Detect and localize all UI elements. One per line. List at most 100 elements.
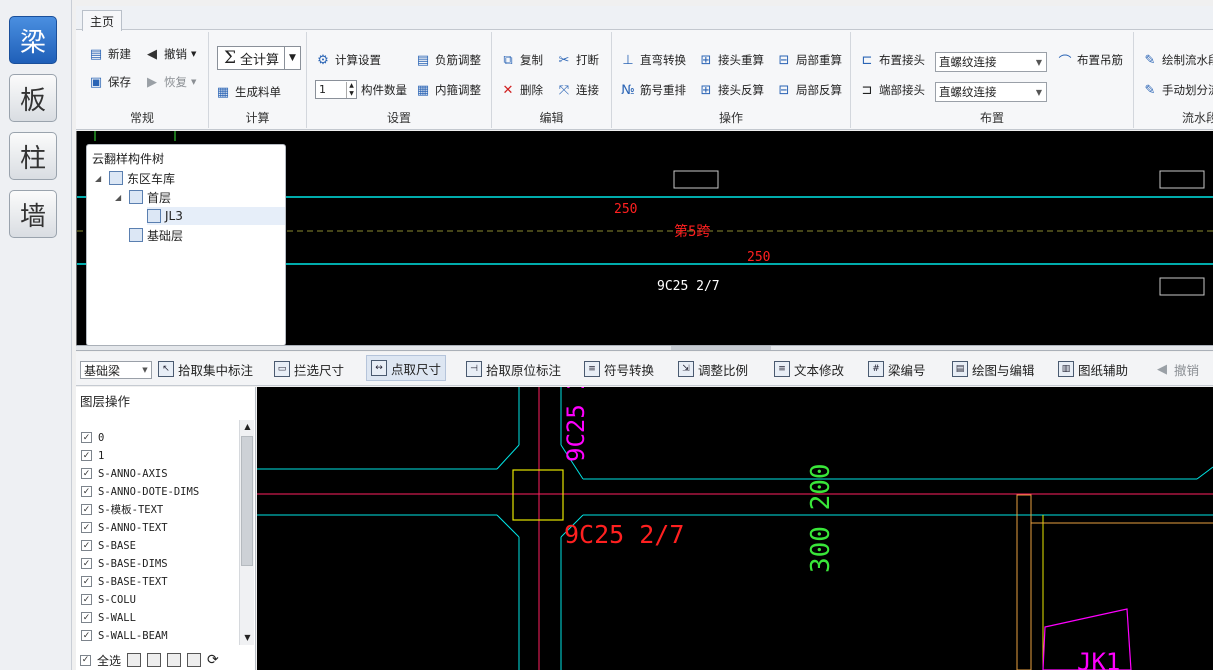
layer-row[interactable]: ✓ S-BASE-TEXT bbox=[81, 573, 168, 590]
pick-centralized-label-button[interactable]: ↖ 拾取集中标注 bbox=[158, 359, 253, 379]
tree-node-member[interactable]: JL3 bbox=[147, 207, 285, 225]
layer-tool-icon[interactable] bbox=[187, 653, 202, 667]
joint-flip-button[interactable]: ⊞ 接头反算 bbox=[698, 82, 764, 98]
stirrup-adjust-button[interactable]: ▦ 内箍调整 bbox=[415, 82, 481, 98]
scroll-down-icon[interactable]: ▼ bbox=[240, 631, 255, 645]
joint-type-select-2[interactable]: 直螺纹连接 ▼ bbox=[935, 82, 1047, 102]
pane-splitter[interactable] bbox=[76, 345, 1213, 351]
member-qty-stepper[interactable]: 1 ▲ ▼ bbox=[315, 80, 357, 99]
renumber-button[interactable]: № 筋号重排 bbox=[620, 82, 686, 98]
layer-tool-icon[interactable] bbox=[127, 653, 142, 667]
checkbox-checked-icon[interactable]: ✓ bbox=[81, 594, 92, 605]
save-button[interactable]: ▣ 保存 bbox=[88, 74, 131, 90]
checkbox-checked-icon[interactable]: ✓ bbox=[81, 522, 92, 533]
end-joint-button[interactable]: ⊐ 端部接头 bbox=[859, 82, 925, 98]
new-button[interactable]: ▤ 新建 bbox=[88, 46, 131, 62]
checkbox-checked-icon[interactable]: ✓ bbox=[81, 630, 92, 641]
tab-home[interactable]: 主页 bbox=[82, 10, 122, 31]
layer-row[interactable]: ✓ 0 bbox=[81, 429, 104, 446]
stepper-arrows-icon[interactable]: ▲ ▼ bbox=[346, 81, 356, 98]
group-settings: ⚙ 计算设置 ▤ 负筋调整 1 ▲ ▼ 构件数量 ▦ 内箍调整 设置 bbox=[307, 32, 492, 128]
connect-button[interactable]: ⤧ 连接 bbox=[556, 82, 599, 98]
layer-row[interactable]: ✓ S-WALL bbox=[81, 609, 136, 626]
rail-button-column[interactable]: 柱 bbox=[9, 132, 57, 180]
calc-settings-button[interactable]: ⚙ 计算设置 bbox=[315, 52, 381, 68]
layer-row[interactable]: ✓ S-ANNO-AXIS bbox=[81, 465, 168, 482]
straight-bend-label: 直弯转换 bbox=[640, 53, 686, 67]
refresh-icon[interactable]: ⟳ bbox=[207, 652, 219, 668]
place-joint-button[interactable]: ⊏ 布置接头 bbox=[859, 52, 925, 68]
beam-number-button[interactable]: # 梁编号 bbox=[868, 359, 926, 379]
layer-tool-icon[interactable] bbox=[167, 653, 182, 667]
redo-button[interactable]: ▶ 恢复 ▼ bbox=[144, 74, 196, 90]
local-flip-button[interactable]: ⊟ 局部反算 bbox=[776, 82, 842, 98]
box-select-dims-text: 拦选尺寸 bbox=[294, 362, 345, 378]
adjust-scale-button[interactable]: ⇲ 调整比例 bbox=[678, 359, 748, 379]
checkbox-checked-icon[interactable]: ✓ bbox=[81, 432, 92, 443]
place-hanger-button[interactable]: ⌒ 布置吊筋 bbox=[1057, 52, 1123, 70]
calc-all-button[interactable]: Σ 全计算 ▼ bbox=[217, 46, 301, 70]
gen-list-button[interactable]: ▦ 生成料单 bbox=[215, 84, 281, 100]
undo-button[interactable]: ◀ 撤销 ▼ bbox=[144, 46, 196, 62]
joint-flip-label: 接头反算 bbox=[718, 83, 764, 97]
manual-flow-button[interactable]: ✎ 手动划分流水 bbox=[1142, 82, 1213, 98]
break-button[interactable]: ✂ 打断 bbox=[556, 52, 599, 68]
select-all-checkbox[interactable]: ✓ bbox=[80, 654, 91, 666]
text-edit-button[interactable]: ≡ 文本修改 bbox=[774, 359, 844, 379]
span-label-text: 第5跨 bbox=[674, 223, 710, 240]
neg-rebar-button[interactable]: ▤ 负筋调整 bbox=[415, 52, 481, 68]
tree-node-floor1[interactable]: ◢ 首层 bbox=[115, 188, 171, 206]
checkbox-checked-icon[interactable]: ✓ bbox=[81, 576, 92, 587]
new-label: 新建 bbox=[108, 47, 131, 61]
point-dims-button[interactable]: ↔ 点取尺寸 bbox=[366, 355, 447, 381]
scroll-up-icon[interactable]: ▲ bbox=[240, 420, 255, 434]
layer-row[interactable]: ✓ S-ANNO-DOTE-DIMS bbox=[81, 483, 199, 500]
splitter-grip[interactable] bbox=[671, 346, 771, 350]
joint-type-select-1[interactable]: 直螺纹连接 ▼ bbox=[935, 52, 1047, 72]
straight-bend-button[interactable]: ⊥ 直弯转换 bbox=[620, 52, 686, 68]
copy-button[interactable]: ⧉ 复制 bbox=[500, 52, 543, 68]
layer-row[interactable]: ✓ 1 bbox=[81, 447, 104, 464]
checkbox-checked-icon[interactable]: ✓ bbox=[81, 558, 92, 569]
symbol-convert-button[interactable]: ≡ 符号转换 bbox=[584, 359, 654, 379]
calc-all-dropdown-icon[interactable]: ▼ bbox=[284, 47, 300, 69]
pick-origin-label-button[interactable]: ⊣ 拾取原位标注 bbox=[466, 359, 561, 379]
rail-button-beam[interactable]: 梁 bbox=[9, 16, 57, 64]
draw-flow-button[interactable]: ✎ 绘制流水段 bbox=[1142, 52, 1213, 68]
checkbox-checked-icon[interactable]: ✓ bbox=[81, 612, 92, 623]
group-edit-label: 编辑 bbox=[539, 111, 564, 125]
box-select-dims-button[interactable]: ▭ 拦选尺寸 bbox=[274, 359, 344, 379]
checkbox-checked-icon[interactable]: ✓ bbox=[81, 450, 92, 461]
collapse-icon[interactable]: ◢ bbox=[95, 174, 105, 183]
layer-row[interactable]: ✓ S-ANNO-TEXT bbox=[81, 519, 168, 536]
checkbox-checked-icon[interactable]: ✓ bbox=[81, 540, 92, 551]
delete-button[interactable]: ✕ 删除 bbox=[500, 82, 543, 98]
local-recalc-button[interactable]: ⊟ 局部重算 bbox=[776, 52, 842, 68]
checkbox-checked-icon[interactable]: ✓ bbox=[81, 504, 92, 515]
checkbox-checked-icon[interactable]: ✓ bbox=[81, 468, 92, 479]
undo-drawing-button[interactable]: ◀ 撤销 bbox=[1154, 359, 1199, 379]
scroll-thumb[interactable] bbox=[241, 436, 253, 566]
checkbox-checked-icon[interactable]: ✓ bbox=[81, 486, 92, 497]
collapse-icon[interactable]: ◢ bbox=[115, 193, 125, 202]
layer-row[interactable]: ✓ S-BASE bbox=[81, 537, 136, 554]
tree-node-project[interactable]: ◢ 东区车库 bbox=[95, 169, 175, 187]
layer-row[interactable]: ✓ S-WALL-BEAM bbox=[81, 627, 168, 644]
rail-button-wall[interactable]: 墙 bbox=[9, 190, 57, 238]
layer-tool-icon[interactable] bbox=[147, 653, 162, 667]
layer-scrollbar[interactable]: ▲ ▼ bbox=[239, 420, 254, 645]
point-dims-text: 点取尺寸 bbox=[391, 361, 442, 377]
member-type-select[interactable]: 基础梁 ▼ bbox=[80, 361, 152, 379]
renumber-label: 筋号重排 bbox=[640, 83, 686, 97]
layer-row[interactable]: ✓ S-BASE-DIMS bbox=[81, 555, 168, 572]
draw-edit-button[interactable]: ▤ 绘图与编辑 bbox=[952, 359, 1035, 379]
layer-name: S-WALL bbox=[98, 611, 136, 624]
layer-row[interactable]: ✓ S-COLU bbox=[81, 591, 136, 608]
plan-drawing-canvas[interactable]: JK1 9C25 2 9C25 2/7 300 200 bbox=[257, 387, 1213, 670]
layer-row[interactable]: ✓ S-模板-TEXT bbox=[81, 501, 163, 518]
dimension-icon: ↔ bbox=[371, 360, 387, 376]
tree-node-foundation[interactable]: 基础层 bbox=[129, 226, 183, 244]
drawing-assist-button[interactable]: ▥ 图纸辅助 bbox=[1058, 359, 1128, 379]
joint-recalc-button[interactable]: ⊞ 接头重算 bbox=[698, 52, 764, 68]
rail-button-slab[interactable]: 板 bbox=[9, 74, 57, 122]
